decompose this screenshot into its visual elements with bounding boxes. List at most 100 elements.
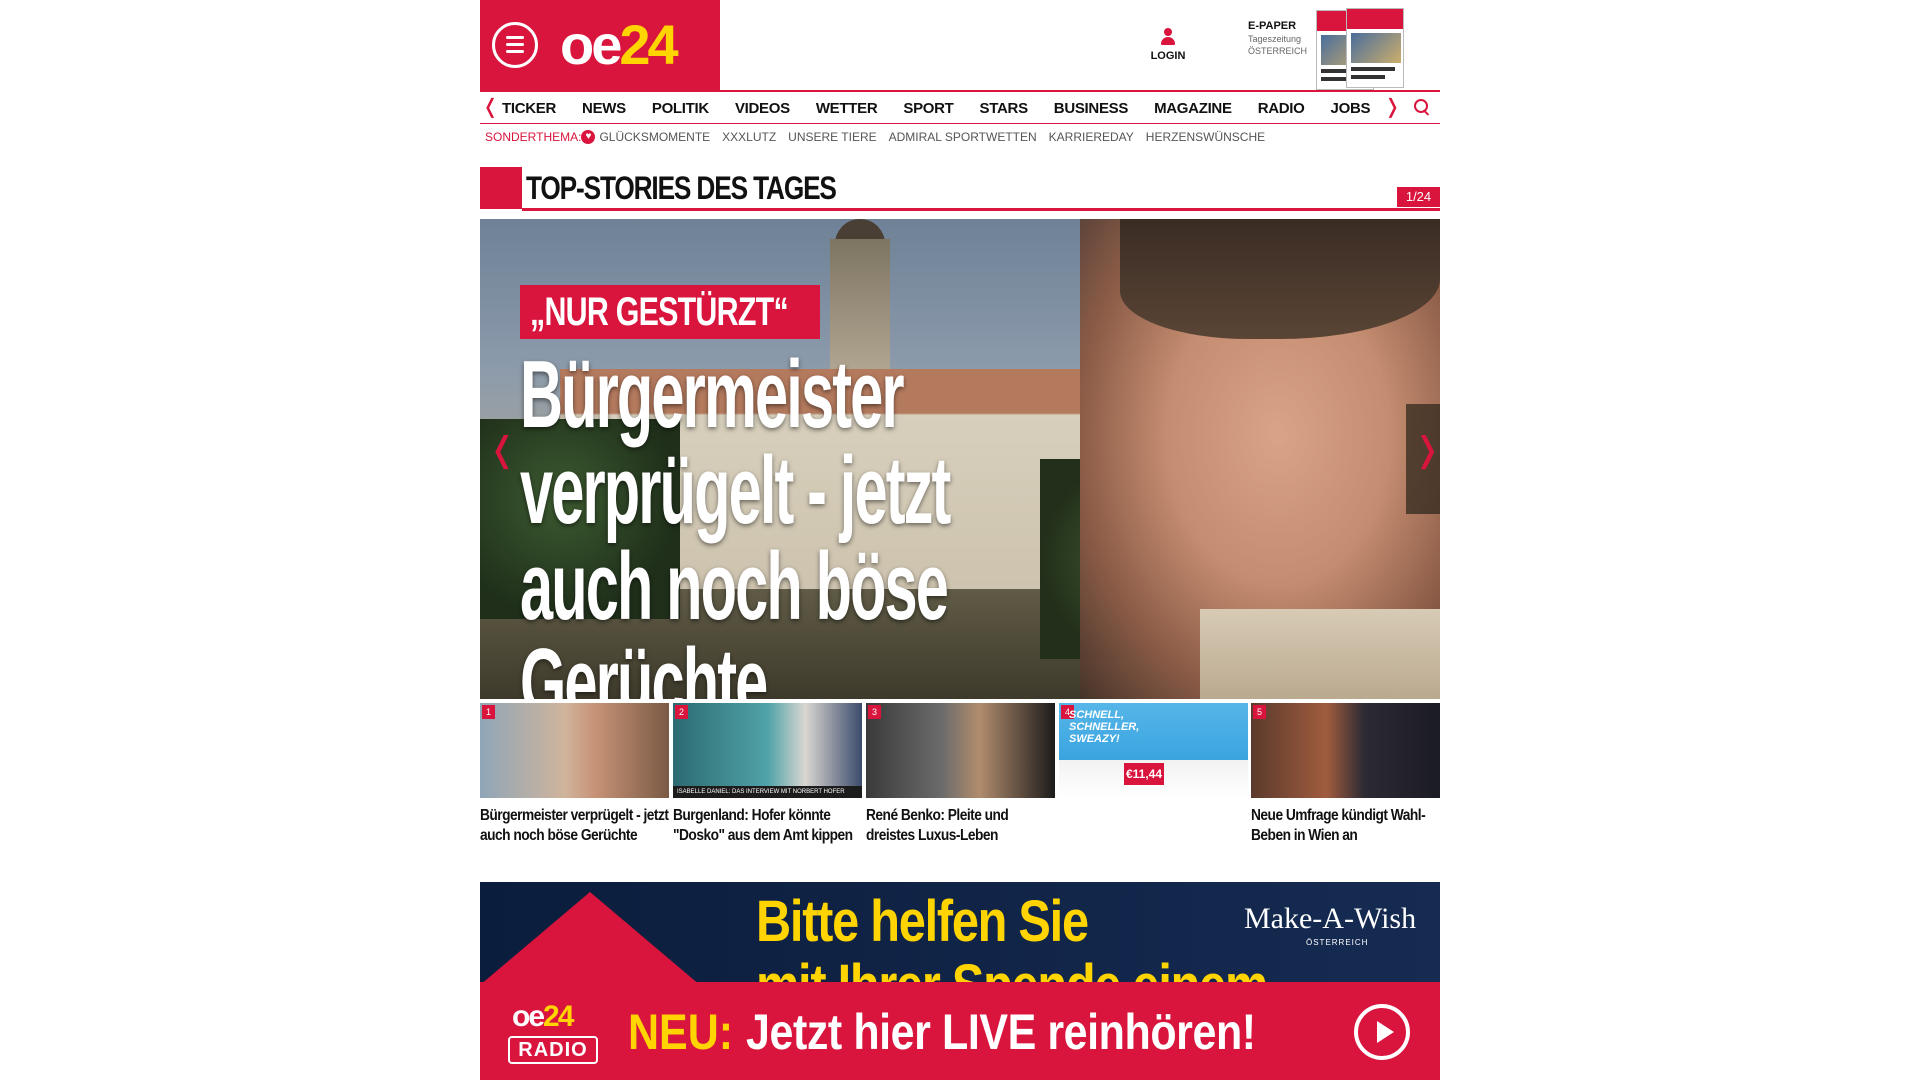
- menu-icon-bar: [506, 43, 524, 46]
- story-thumbnail-image: 5: [1251, 703, 1440, 798]
- heart-icon: ♥: [581, 130, 596, 144]
- logo-prefix: oe: [560, 13, 622, 76]
- login-button[interactable]: LOGIN: [1148, 28, 1188, 62]
- section-divider: [522, 208, 1440, 211]
- thumbnail-strip-text: ISABELLE DANIEL: DAS INTERVIEW MIT NORBE…: [673, 786, 862, 798]
- hero-headline[interactable]: Bürgermeister verprügelt - jetzt auch no…: [520, 341, 1202, 700]
- story-thumbnail-image: 1: [480, 703, 669, 798]
- login-label: LOGIN: [1150, 50, 1186, 62]
- ad-headline: Bitte helfen Sie: [756, 889, 1089, 954]
- story-card[interactable]: 1 Bürgermeister verprügelt - jetzt auch …: [480, 703, 669, 846]
- site-logo[interactable]: oe24: [560, 10, 679, 80]
- special-topics-nav: SONDERTHEMA: ♥ GLÜCKSMOMENTE XXXLUTZ UNSER…: [480, 126, 1440, 148]
- section-header: TOP-STORIES DES TAGES 1/24: [480, 167, 1440, 211]
- ad-price: €11,44: [1124, 763, 1164, 785]
- radio-cta: Jetzt hier LIVE reinhören!: [746, 1004, 1256, 1060]
- ad-promo-text: SCHNELL, SCHNELLER, SWEAZY!: [1069, 709, 1139, 745]
- story-caption: Bürgermeister verprügelt - jetzt auch no…: [480, 807, 669, 844]
- story-number: 5: [1253, 705, 1266, 719]
- nav-item-politik[interactable]: POLITIK: [652, 100, 709, 117]
- nav-item-news[interactable]: NEWS: [582, 100, 626, 117]
- hero-image-shirt: [1200, 609, 1440, 699]
- epaper-cover-image[interactable]: [1316, 6, 1406, 90]
- nav-item-ticker[interactable]: TICKER: [502, 100, 556, 117]
- story-thumbnail-ad: 4 SCHNELL, SCHNELLER, SWEAZY! €11,44: [1059, 703, 1248, 798]
- special-topic-label: SONDERTHEMA:: [485, 130, 582, 144]
- radio-new-label: NEU:: [628, 1004, 734, 1060]
- nav-item-videos[interactable]: VIDEOS: [735, 100, 790, 117]
- story-number: 1: [482, 705, 495, 719]
- ad-headline-2: mit Ihrer Spende einem: [756, 954, 1268, 983]
- play-icon: [1377, 1021, 1394, 1043]
- epaper-page: [1346, 8, 1404, 88]
- story-thumbnail-image: 2 ISABELLE DANIEL: DAS INTERVIEW MIT NOR…: [673, 703, 862, 798]
- nav-item-magazine[interactable]: MAGAZINE: [1154, 100, 1232, 117]
- ad-promo-line: SWEAZY!: [1069, 733, 1120, 745]
- site-header: oe24 LOGIN E-PAPER Tageszeitung ÖSTERREI…: [480, 0, 1440, 90]
- story-thumbnail-image: 3: [866, 703, 1055, 798]
- story-caption: René Benko: Pleite und dreistes Luxus-Le…: [866, 807, 1009, 844]
- hero-image-hair: [1120, 219, 1440, 339]
- nav-item-radio[interactable]: RADIO: [1258, 100, 1305, 117]
- special-topic-item[interactable]: GLÜCKSMOMENTE: [599, 130, 710, 144]
- radio-logo-number: 24: [543, 1000, 574, 1033]
- logo-box: oe24: [480, 0, 720, 90]
- ad-promo-line: SCHNELLER,: [1069, 721, 1140, 733]
- carousel-prev-icon[interactable]: ❬: [488, 433, 517, 467]
- hero-headline-line: verprügelt - jetzt: [520, 437, 951, 544]
- ad-brand-logo: Make-A-Wish: [1244, 902, 1417, 935]
- carousel-next-icon[interactable]: ❭: [1413, 433, 1440, 467]
- story-card[interactable]: 3 René Benko: Pleite und dreistes Luxus-…: [866, 703, 1055, 846]
- epaper-link[interactable]: E-PAPER Tageszeitung ÖSTERREICH: [1248, 20, 1318, 56]
- play-button[interactable]: [1354, 1004, 1410, 1060]
- nav-item-business[interactable]: BUSINESS: [1054, 100, 1129, 117]
- radio-logo: oe24 RADIO: [508, 1000, 598, 1066]
- nav-next-icon[interactable]: ❭: [1384, 96, 1401, 118]
- ad-banner[interactable]: Bitte helfen Sie mit Ihrer Spende einem …: [480, 882, 1440, 982]
- special-topic-item[interactable]: XXXLUTZ: [722, 130, 776, 144]
- story-number: 2: [675, 705, 688, 719]
- special-topic-item[interactable]: KARRIEREDAY: [1049, 130, 1134, 144]
- hero-story[interactable]: „NUR GESTÜRZT“ Bürgermeister verprügelt …: [480, 219, 1440, 699]
- story-card[interactable]: 5 Neue Umfrage kündigt Wahl-Beben in Wie…: [1251, 703, 1440, 846]
- hamburger-menu-button[interactable]: [492, 22, 538, 68]
- radio-live-bar[interactable]: oe24 RADIO NEU: Jetzt hier LIVE reinhöre…: [480, 982, 1440, 1080]
- ad-promo-line: SCHNELL,: [1069, 709, 1124, 721]
- page: oe24 LOGIN E-PAPER Tageszeitung ÖSTERREI…: [480, 0, 1440, 1080]
- story-thumbnails: 1 Bürgermeister verprügelt - jetzt auch …: [480, 703, 1440, 863]
- special-topic-item[interactable]: ADMIRAL SPORTWETTEN: [889, 130, 1037, 144]
- story-caption: Neue Umfrage kündigt Wahl-Beben in Wien …: [1251, 807, 1426, 844]
- hero-kicker: „NUR GESTÜRZT“: [530, 290, 789, 334]
- epaper-title: E-PAPER: [1248, 20, 1297, 32]
- nav-items: TICKER NEWS POLITIK VIDEOS WETTER SPORT STARS B…: [502, 92, 1396, 124]
- radio-logo-prefix: oe: [512, 1000, 545, 1033]
- special-topic-item[interactable]: HERZENSWÜNSCHE: [1146, 130, 1265, 144]
- menu-icon-bar: [506, 36, 524, 39]
- nav-item-stars[interactable]: STARS: [980, 100, 1029, 117]
- main-nav: ❬ TICKER NEWS POLITIK VIDEOS WETTER SPORT STAR…: [480, 90, 1440, 124]
- hero-headline-line: auch noch böse Gerüchte: [520, 533, 949, 700]
- slide-counter: 1/24: [1397, 187, 1440, 207]
- logo-number: 24: [619, 13, 678, 76]
- epaper-subtitle-2: ÖSTERREICH: [1248, 46, 1308, 56]
- story-number: 3: [868, 705, 881, 719]
- section-marker: [480, 167, 522, 209]
- story-card[interactable]: 4 SCHNELL, SCHNELLER, SWEAZY! €11,44: [1059, 703, 1248, 806]
- menu-icon-bar: [506, 50, 524, 53]
- epaper-subtitle: Tageszeitung: [1248, 34, 1302, 44]
- nav-prev-icon[interactable]: ❬: [482, 96, 499, 118]
- nav-item-jobs[interactable]: JOBS: [1331, 100, 1371, 117]
- radio-logo-label: RADIO: [508, 1036, 598, 1064]
- star-shape: [480, 892, 720, 982]
- nav-item-wetter[interactable]: WETTER: [816, 100, 878, 117]
- story-caption: Burgenland: Hofer könnte "Dosko" aus dem…: [673, 807, 853, 844]
- special-topic-item[interactable]: UNSERE TIERE: [788, 130, 876, 144]
- section-title: TOP-STORIES DES TAGES: [526, 170, 837, 206]
- user-icon: [1160, 28, 1176, 46]
- ad-brand-sub: ÖSTERREICH: [1306, 938, 1369, 947]
- story-card[interactable]: 2 ISABELLE DANIEL: DAS INTERVIEW MIT NOR…: [673, 703, 862, 846]
- nav-item-sport[interactable]: SPORT: [903, 100, 953, 117]
- hero-headline-line: Bürgermeister: [520, 341, 905, 448]
- radio-logo-mark: oe24: [512, 1000, 574, 1034]
- search-icon[interactable]: [1414, 99, 1430, 115]
